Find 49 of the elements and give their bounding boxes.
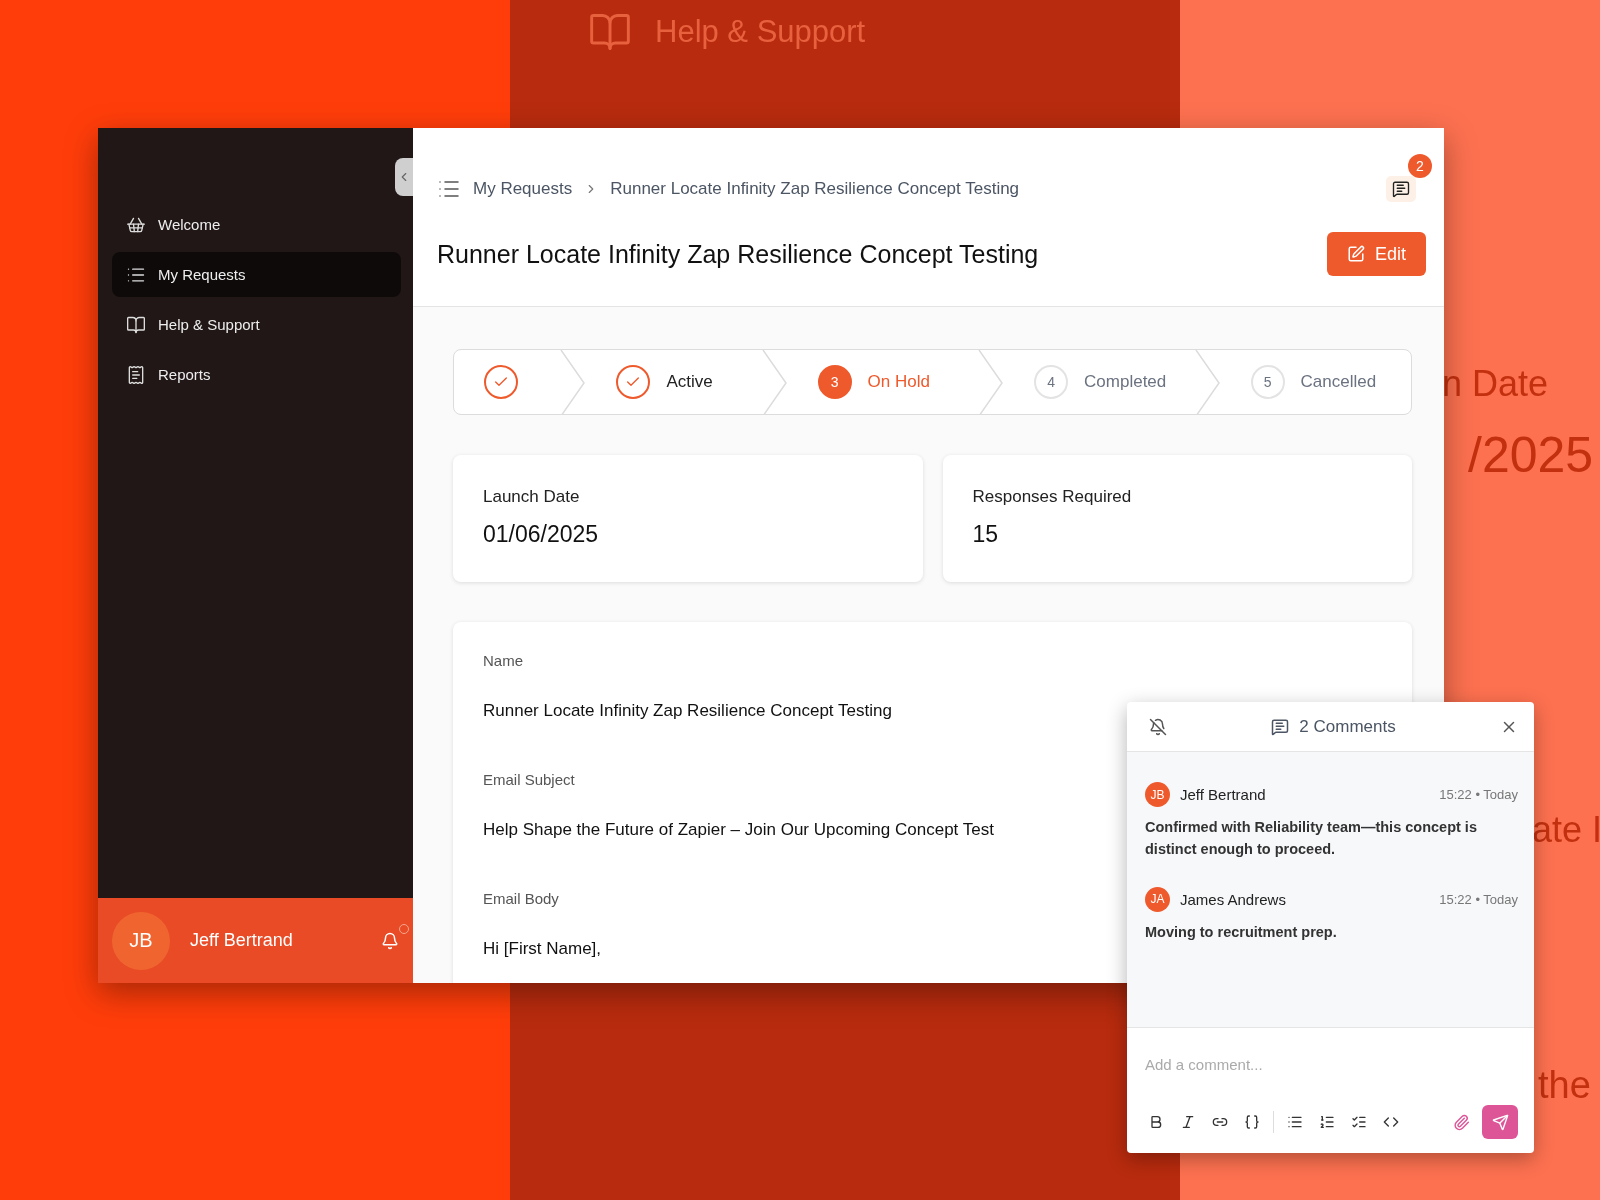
step-number: 5 [1250,365,1285,399]
backdrop-text: n Date [1442,366,1549,402]
send-button[interactable] [1482,1105,1518,1139]
field-label: Name [483,652,523,669]
breadcrumb-item: Runner Locate Infinity Zap Resilience Concept Testing [610,179,1020,199]
comment-author: Jeff Bertrand [1180,786,1267,803]
comment-time: 15:22 • Today [1439,787,1518,802]
edit-icon [1346,245,1365,263]
panel-title: 2 Comments [1299,716,1396,737]
breadcrumb-item[interactable]: My Requests [473,179,573,199]
stat-value: 15 [972,521,1000,548]
field-label: Email Subject [483,771,575,788]
receipt-icon [126,364,146,385]
collapse-button[interactable] [395,158,413,196]
sidebar-item[interactable]: Welcome [112,202,401,247]
step-label: Completed [1084,372,1167,392]
comment-text: Moving to recruitment prep. [1145,922,1338,942]
comment-time: 15:22 • Today [1439,891,1518,907]
comment-text: Confirmed with Reliability team—this concept is distinct enough to proceed. [1145,818,1478,859]
stat-label: Responses Required [972,487,1133,507]
backdrop-text: /2025 [1468,430,1594,480]
comment-icon [1392,180,1410,198]
step-number: 4 [1034,365,1069,399]
stat-label: Launch Date [483,487,581,507]
sidebar-item[interactable]: My Requests [112,252,401,297]
user-name: Jeff Bertrand [190,930,294,951]
comment-author: James Andrews [1180,890,1287,908]
field-value: Hi [First Name], [483,939,602,959]
field-value: Runner Locate Infinity Zap Resilience Concept Testing [483,701,892,721]
comment-icon [1271,717,1290,736]
step-number: 3 [817,365,852,399]
bell-icon[interactable] [381,931,399,950]
backdrop-text: ate I [1532,812,1600,848]
page-title: Runner Locate Infinity Zap Resilience Concept Testing [437,239,1039,269]
comments-button[interactable] [1386,176,1416,202]
sidebar-item[interactable]: Reports [112,352,401,397]
author-avatar: JB [1145,782,1170,807]
step-label: Active [666,372,713,392]
field-value: Help Shape the Future of Zapier – Join Our Upcoming Concept Test [483,820,994,840]
sidebar-item[interactable]: Help & Support [112,302,401,347]
step-label: Cancelled [1300,372,1377,392]
comment-count-badge: 2 [1408,154,1432,178]
book-icon [126,314,146,335]
step-label: On Hold [867,372,930,392]
backdrop-text: the [1538,1066,1591,1104]
field-label: Email Body [483,890,559,907]
send-icon [1491,1113,1509,1131]
stat-value: 01/06/2025 [483,521,600,548]
author-avatar: JA [1145,886,1170,912]
